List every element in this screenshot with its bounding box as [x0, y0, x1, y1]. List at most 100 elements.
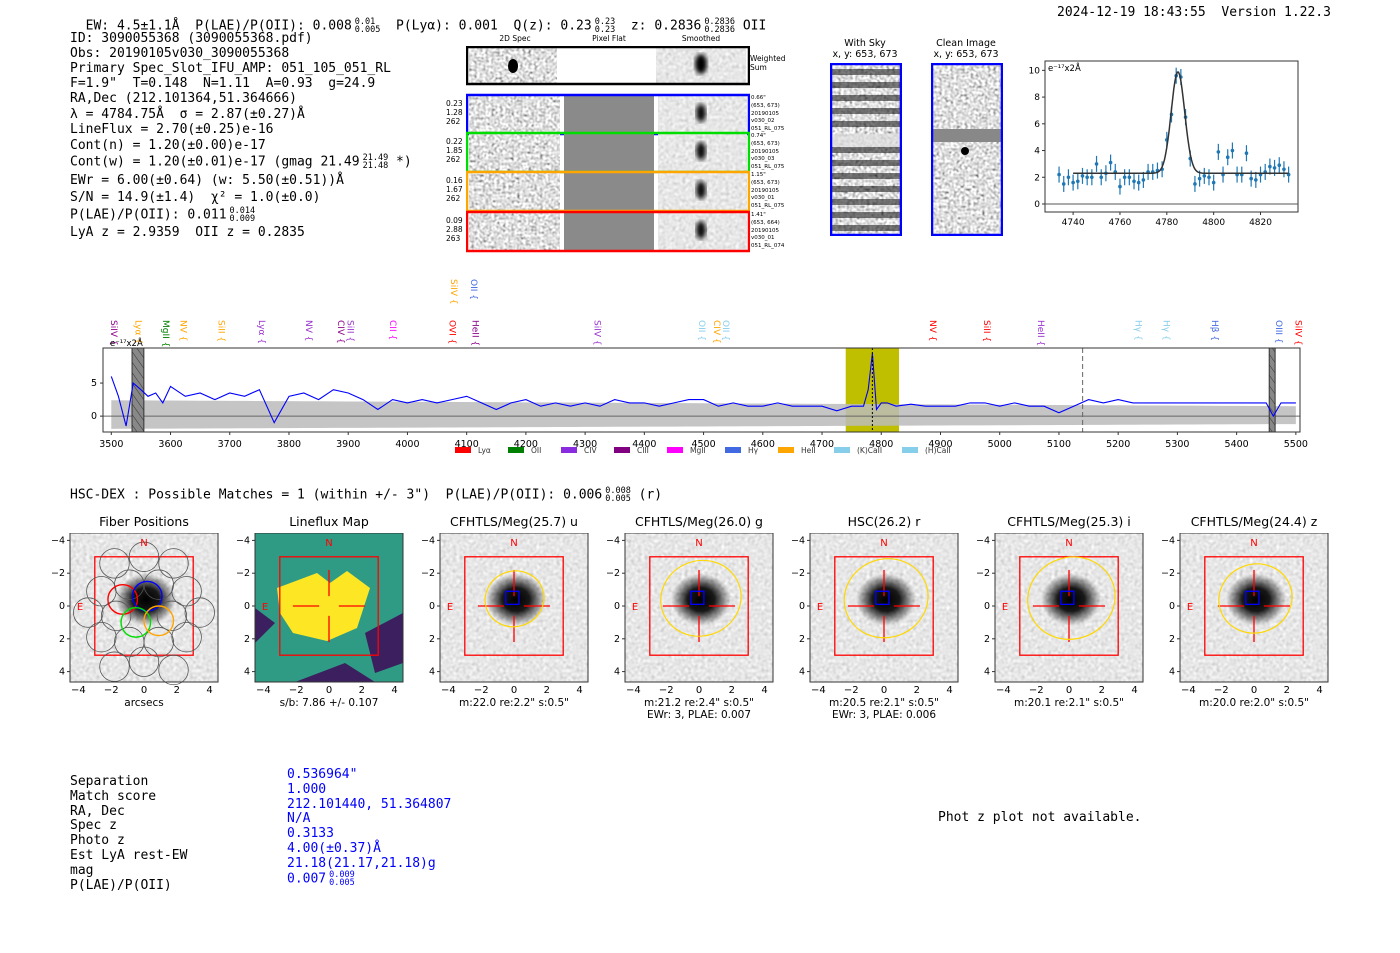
line-fit-plot: 4740 4760 4780 4800 4820 0 2 4 6 8 10 e⁻¹⁷x2Å: [1029, 60, 1299, 228]
x-tick-label: −2: [288, 685, 304, 696]
cutout-title: CFHTLS/Meg(24.4) z: [1190, 514, 1318, 529]
y-tick-label: −2: [607, 568, 620, 579]
info-line: F=1.9" T=0.148 N=1.11 A=0.93 g=24.9: [70, 76, 376, 91]
data-point: [1268, 158, 1272, 175]
legend-entry: (K)CaII: [834, 446, 882, 455]
unit-label: e⁻¹⁷x2Å: [110, 337, 143, 349]
info-line: Cont(n) = 1.20(±0.00)e-17: [70, 138, 266, 153]
svg-text:CIII: CIII: [637, 446, 649, 455]
match-label: mag: [70, 862, 94, 878]
spec2d-images: [466, 46, 750, 253]
y-tick-label: 4: [1034, 147, 1040, 157]
data-point: [1207, 169, 1211, 186]
timestamp-version: 2024-12-19 18:43:55 Version 1.22.3: [1057, 5, 1331, 20]
spec2d-row-right: 1.15" (653, 673) 20190105 v030_01 051_RL_075: [751, 172, 785, 210]
info-line: P(LAE)/P(OII): 0.011 0.014 0.009: [70, 206, 256, 224]
x-tick-label: 2: [358, 685, 365, 696]
match-value: 21.18(21.17,21.18)g: [287, 855, 436, 871]
data-point: [1282, 161, 1286, 178]
version: Version 1.22.3: [1221, 5, 1331, 20]
svg-text:Lyα: Lyα: [478, 446, 491, 455]
y-tick-label: −2: [1162, 568, 1175, 579]
compass-east: E: [1187, 602, 1193, 613]
y-tick-label: 2: [799, 634, 805, 645]
weighted-sum-label: Weighted Sum: [750, 54, 786, 72]
y-tick-label: 2: [614, 634, 620, 645]
y-tick-label: 0: [984, 601, 990, 612]
y-tick-label: 0: [91, 411, 97, 422]
cutout-title: HSC(26.2) r: [847, 514, 921, 529]
data-point: [1193, 175, 1197, 192]
cutout-caption: m:22.0 re:2.2" s:0.5": [459, 697, 569, 709]
x-tick-label: 0: [1250, 685, 1258, 696]
match-value: 0.536964": [287, 767, 358, 782]
x-tick-label: −4: [996, 685, 1011, 696]
y-tick-label: 8: [1034, 93, 1040, 103]
data-point: [1061, 175, 1066, 192]
cutout-caption: EWr: 3, PLAE: 0.006: [831, 709, 937, 721]
x-tick-label: 5300: [1165, 439, 1189, 450]
data-point: [1108, 154, 1113, 171]
cutout-image: N E 4 2 0 −2 −4: [607, 533, 774, 683]
masked-region: [131, 347, 145, 433]
line-label: OII {: [468, 279, 479, 300]
legend-entry: MgII: [667, 446, 706, 455]
spec2d-row-left: 0.22 1.85 262: [446, 137, 463, 164]
data-point: [1132, 173, 1136, 190]
y-tick-label: 2: [1034, 173, 1040, 183]
datetime: 2024-12-19 18:43:55: [1057, 5, 1206, 20]
match-label: Photo z: [70, 833, 125, 849]
data-point: [1258, 166, 1263, 183]
info-line: ID: 3090055368 (3090055368.pdf): [70, 31, 313, 46]
match-label: Separation: [70, 774, 149, 789]
info-line: RA,Dec (212.101364,51.364666): [70, 91, 297, 106]
y-tick-label: −4: [977, 535, 990, 546]
match-value: 1.000: [287, 781, 327, 797]
info-line: Cont(w) = 1.20(±0.01)e-17 (gmag 21.49 21.…: [70, 153, 412, 171]
x-tick-label: 4780: [1155, 218, 1178, 228]
y-tick-label: 0: [1034, 200, 1040, 210]
x-tick-label: 5100: [1047, 439, 1071, 450]
x-tick-label: 4760: [1109, 218, 1132, 228]
x-tick-label: 2: [728, 685, 735, 696]
legend-entry: (H)CaII: [902, 446, 951, 455]
data-point: [1286, 166, 1291, 183]
source-blob: [1041, 573, 1101, 626]
source-blob: [486, 573, 546, 626]
data-point: [1118, 178, 1122, 195]
x-tick-label: 3600: [158, 439, 182, 450]
data-point: [1071, 174, 1075, 191]
x-tick-label: 0: [325, 685, 333, 696]
fit-axes: [1044, 60, 1299, 213]
x-tick-label: 2: [913, 685, 920, 696]
match-value: 4.00(±0.37)Å: [287, 841, 381, 856]
y-tick-label: 2: [429, 634, 435, 645]
match-label: P(LAE)/P(OII): [70, 877, 172, 893]
y-tick-label: 0: [614, 601, 620, 612]
data-point: [1235, 166, 1239, 183]
x-tick-label: 3800: [277, 439, 301, 450]
x-tick-label: 4740: [1062, 218, 1085, 228]
cutout-image: N E 4 2 0 −2 −4: [1162, 533, 1329, 683]
line-label: SiIV {: [448, 279, 459, 305]
data-point: [1244, 145, 1249, 162]
x-tick-label: 3500: [99, 439, 123, 450]
y-tick-label: −2: [237, 568, 250, 579]
cutout-caption: arcsecs: [124, 697, 164, 709]
x-tick-label: 2: [173, 685, 180, 696]
y-tick-label: −4: [422, 535, 435, 546]
compass-east: E: [262, 602, 268, 613]
spec2d-row-left: 0.16 1.67 262: [446, 176, 463, 203]
info-line: EWr = 6.00(±0.64) (w: 5.50(±0.51))Å: [70, 173, 344, 188]
x-tick-label: 4000: [395, 439, 419, 450]
legend-entry: Hγ: [725, 446, 759, 455]
y-tick-label: 0: [429, 601, 435, 612]
cutout-image: N E 4 2 0 −2 −4: [792, 533, 959, 683]
spec2d-header: Smoothed: [681, 34, 721, 43]
y-tick-label: −4: [1162, 535, 1175, 546]
data-point: [1122, 169, 1127, 186]
with-sky-image: [830, 63, 902, 236]
data-point: [1230, 142, 1235, 159]
x-tick-label: 4: [1316, 685, 1323, 696]
cutout-caption: s/b: 7.86 +/- 0.107: [279, 697, 379, 709]
